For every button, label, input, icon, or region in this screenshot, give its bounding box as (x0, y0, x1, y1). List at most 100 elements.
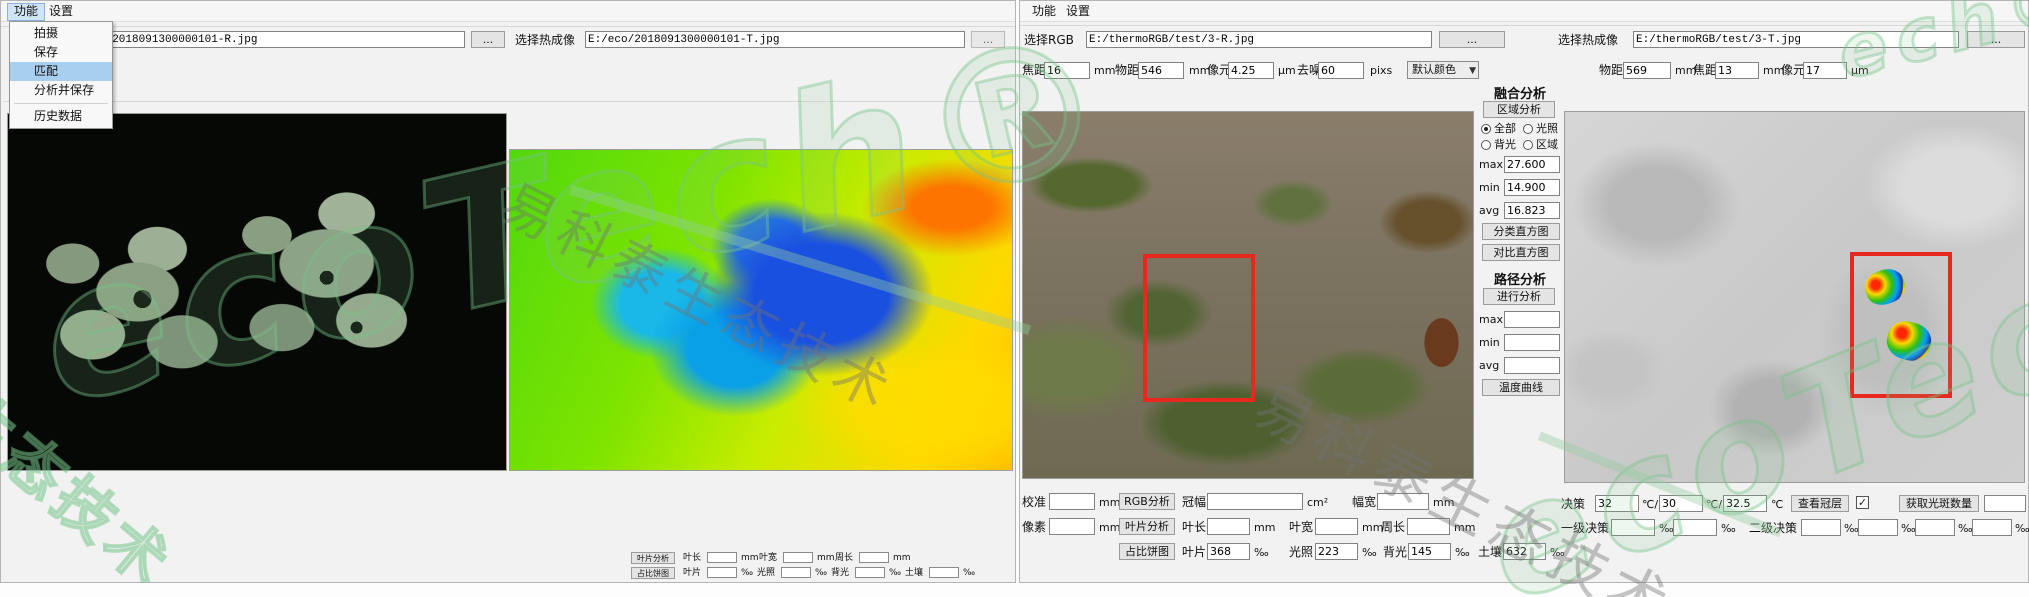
menu-settings[interactable]: 设置 (1060, 3, 1096, 19)
soil-ratio-input[interactable] (1503, 543, 1546, 560)
objdist-input[interactable] (1138, 62, 1184, 79)
color-palette-combobox[interactable]: 默认颜色▼ (1407, 61, 1479, 79)
perimeter-input[interactable] (1407, 518, 1450, 535)
fusion-avg-label: avg (1479, 205, 1499, 217)
menu-item-history[interactable]: 历史数据 (10, 107, 112, 126)
permille-unit: ‰ (1659, 520, 1674, 537)
run-analysis-button[interactable]: 进行分析 (1483, 288, 1555, 305)
mm-unit: mm (1454, 519, 1475, 536)
mini-leaf-length-label: 叶长 (683, 552, 701, 564)
menu-item-capture[interactable]: 拍摄 (10, 24, 112, 43)
browse-rgb-button[interactable]: ... (1439, 31, 1505, 48)
menu-function[interactable]: 功能 (7, 3, 45, 21)
thermal-objdist-input[interactable] (1623, 62, 1671, 79)
canopy-checkbox[interactable] (1856, 496, 1869, 509)
soil-ratio-label: 土壤 (1478, 544, 1502, 561)
browse-thermal-button[interactable]: ... (971, 31, 1005, 48)
path-min-input[interactable] (1504, 334, 1560, 351)
level2-input-c[interactable] (1915, 519, 1955, 536)
mini-permille-unit: ‰ (741, 567, 753, 579)
calibration-label: 校准 (1022, 494, 1046, 511)
mini-pie-button[interactable]: 占比饼图 (631, 567, 675, 579)
compare-histogram-button[interactable]: 对比直方图 (1482, 244, 1560, 261)
permille-unit: ‰ (1958, 520, 1973, 537)
mini-soil-input[interactable] (929, 567, 959, 578)
thermal-focal-label: 焦距 (1693, 62, 1717, 79)
function-menu-dropdown: 拍摄 保存 匹配 分析并保存 历史数据 (9, 21, 113, 129)
backlight-ratio-input[interactable] (1408, 543, 1451, 560)
level2-input-a[interactable] (1801, 519, 1841, 536)
rgb-path-input[interactable] (1086, 31, 1432, 48)
mini-perimeter-input[interactable] (859, 552, 889, 563)
menu-item-match[interactable]: 匹配 (10, 62, 112, 81)
level2-input-d[interactable] (1972, 519, 2012, 536)
thermal-pixel-unit: μm (1851, 62, 1869, 79)
decision-temp1-input[interactable] (1595, 495, 1639, 512)
radio-backlight[interactable] (1481, 140, 1491, 150)
roi-rectangle-rgb[interactable] (1143, 254, 1255, 402)
level2-input-b[interactable] (1858, 519, 1898, 536)
browse-rgb-button[interactable]: ... (471, 31, 505, 48)
leaf-width-input[interactable] (1315, 518, 1358, 535)
fusion-min-input[interactable] (1504, 179, 1560, 196)
denoise-input[interactable] (1318, 62, 1364, 79)
right-menubar: 功能 设置 (1020, 1, 2028, 22)
denoise-unit: pixs (1370, 62, 1392, 79)
radio-region[interactable] (1523, 140, 1533, 150)
radio-light[interactable] (1523, 124, 1533, 134)
frame-width-input[interactable] (1377, 493, 1429, 510)
mini-light-input[interactable] (781, 567, 811, 578)
light-spots-count-input[interactable] (1984, 495, 2026, 512)
menu-settings[interactable]: 设置 (43, 3, 79, 19)
level1-input-a[interactable] (1611, 519, 1655, 536)
light-ratio-input[interactable] (1315, 543, 1358, 560)
decision-temp2-input[interactable] (1659, 495, 1703, 512)
thermal-path-input[interactable] (585, 31, 965, 48)
region-analysis-button[interactable]: 区域分析 (1483, 101, 1555, 118)
focal-unit: mm (1094, 62, 1115, 79)
temperature-curve-button[interactable]: 温度曲线 (1482, 379, 1560, 396)
fusion-max-input[interactable] (1504, 156, 1560, 173)
focal-input[interactable] (1044, 62, 1090, 79)
canopy-width-input[interactable] (1207, 493, 1303, 510)
menu-function[interactable]: 功能 (1026, 3, 1062, 19)
mini-backlight-input[interactable] (855, 567, 885, 578)
thermal-path-input[interactable] (1633, 31, 1959, 48)
leaf-width-label: 叶宽 (1289, 519, 1313, 536)
leaf-ratio-input[interactable] (1207, 543, 1250, 560)
path-max-input[interactable] (1504, 311, 1560, 328)
rgb-analysis-button[interactable]: RGB分析 (1119, 493, 1175, 510)
path-avg-input[interactable] (1504, 357, 1560, 374)
view-canopy-button[interactable]: 查看冠层 (1791, 495, 1849, 512)
calibration-input[interactable] (1049, 493, 1095, 510)
get-light-spots-button[interactable]: 获取光斑数量 (1899, 495, 1979, 512)
thermal-pixel-input[interactable] (1803, 62, 1847, 79)
pixel-pitch-input[interactable] (1228, 62, 1274, 79)
mm-unit: mm (1099, 494, 1120, 511)
pixel-input[interactable] (1049, 518, 1095, 535)
mini-leaf-analysis-button[interactable]: 叶片分析 (631, 552, 675, 564)
class-histogram-button[interactable]: 分类直方图 (1482, 223, 1560, 240)
mini-leaf-input[interactable] (707, 567, 737, 578)
radio-all[interactable] (1481, 124, 1491, 134)
level1-input-b[interactable] (1673, 519, 1717, 536)
frame-width-label: 幅宽 (1352, 494, 1376, 511)
mini-leaf-length-input[interactable] (707, 552, 737, 563)
mini-leaf-width-input[interactable] (783, 552, 813, 563)
permille-unit: ‰ (1455, 544, 1470, 561)
browse-thermal-button[interactable]: ... (1967, 31, 2025, 48)
canopy-width-label: 冠幅 (1182, 494, 1206, 511)
decision-temp3-input[interactable] (1723, 495, 1767, 512)
left-menubar: 功能 设置 (1, 1, 1015, 22)
rgb-path-input[interactable] (63, 31, 465, 48)
leaf-length-input[interactable] (1207, 518, 1250, 535)
mini-mm-unit: mm (741, 552, 759, 564)
leaf-analysis-button[interactable]: 叶片分析 (1119, 518, 1175, 535)
menu-item-analyze-save[interactable]: 分析并保存 (10, 81, 112, 100)
thermal-focal-input[interactable] (1715, 62, 1759, 79)
pixel-pitch-unit: μm (1278, 62, 1296, 79)
fusion-avg-input[interactable] (1504, 202, 1560, 219)
thermal-pixel-label: 像元 (1781, 62, 1805, 79)
pie-chart-button[interactable]: 占比饼图 (1119, 543, 1175, 560)
menu-item-save[interactable]: 保存 (10, 43, 112, 62)
